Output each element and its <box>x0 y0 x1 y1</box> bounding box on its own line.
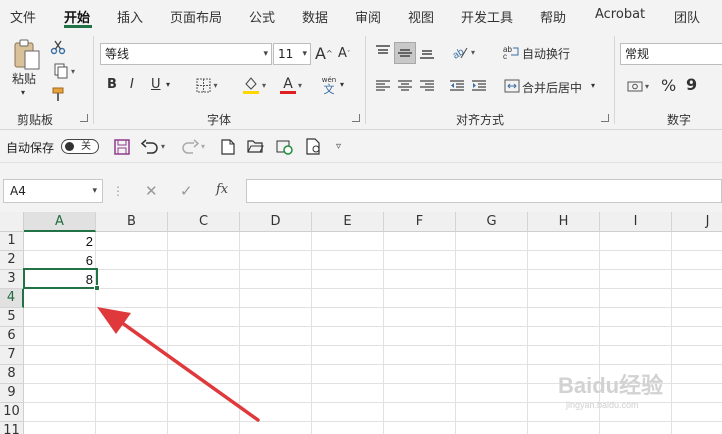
baidu-watermark: Baidu经验 jingyan.baidu.com <box>558 366 708 426</box>
watermark-text: Baidu经验 <box>558 373 664 398</box>
watermark-sub: jingyan.baidu.com <box>566 400 639 410</box>
